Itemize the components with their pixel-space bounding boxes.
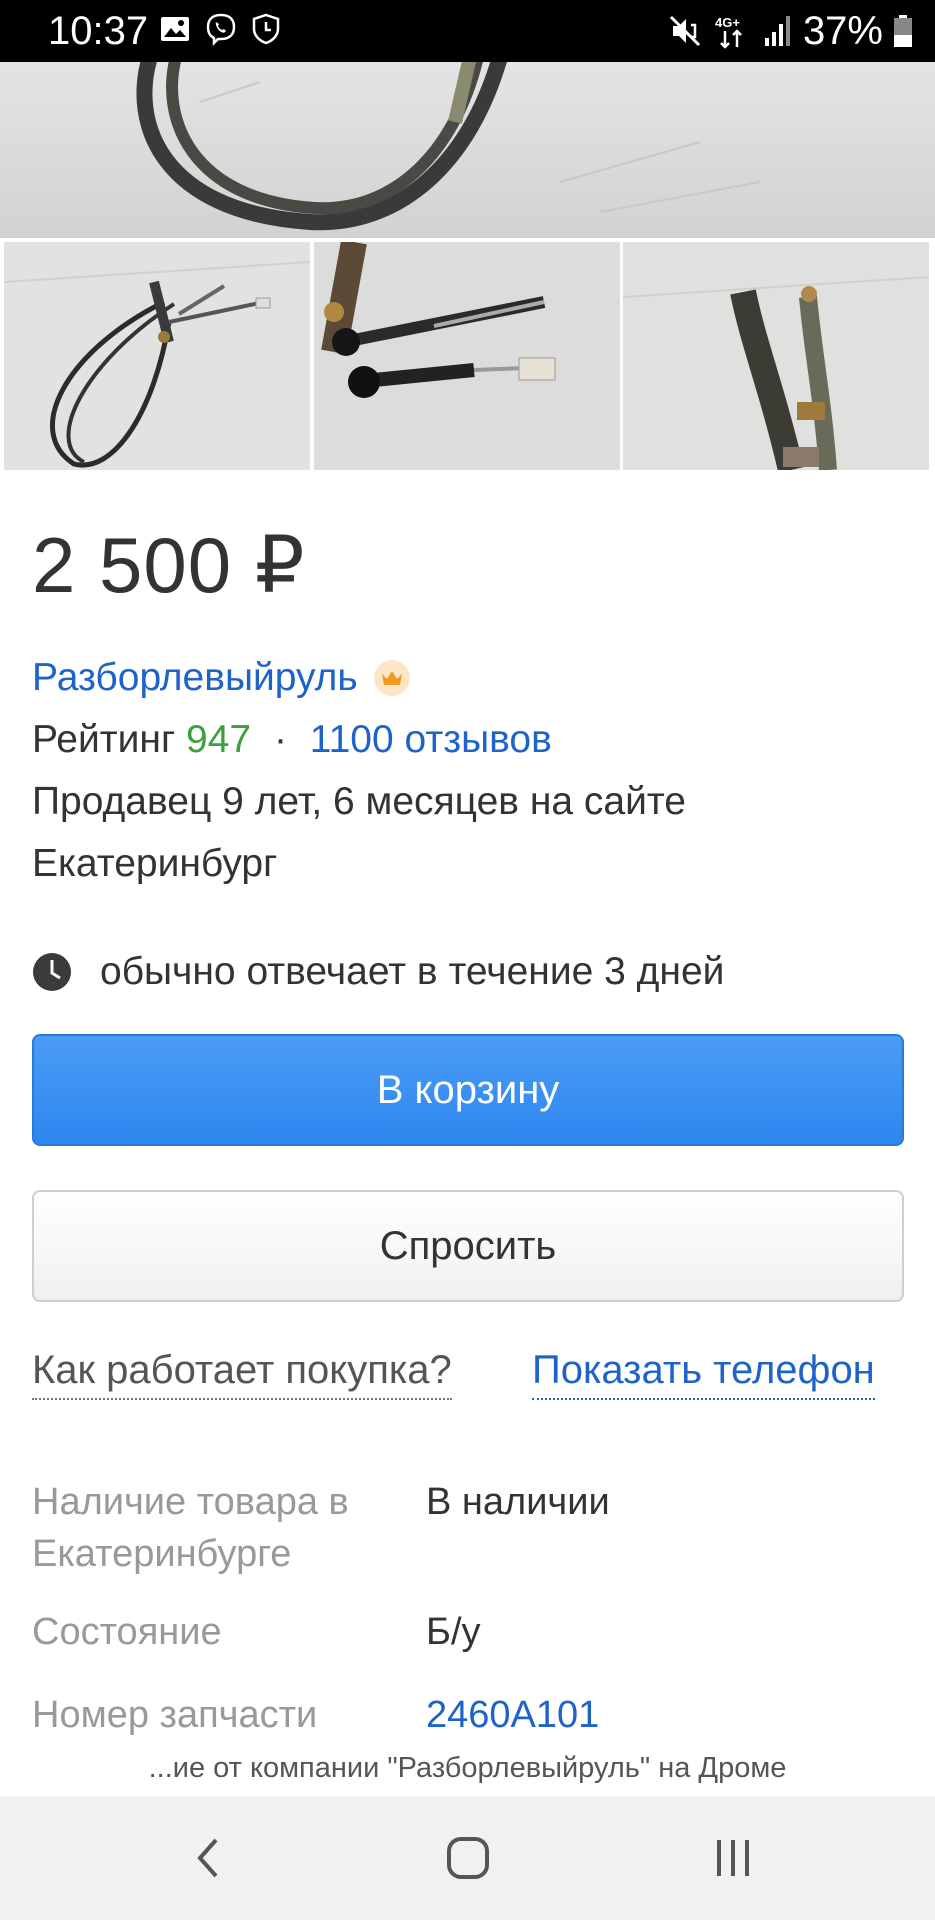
seller-name-link[interactable]: Разборлевыйруль [32,650,358,706]
system-navigation-bar [0,1796,935,1920]
spec-value-part-number[interactable]: 2460A101 [426,1689,599,1741]
main-photo[interactable] [0,62,935,238]
spec-label-line: Наличие товара в [32,1481,349,1523]
thumbnail-2[interactable] [314,242,620,470]
back-button[interactable] [168,1826,248,1890]
seller-tenure: Продавец 9 лет, 6 месяцев на сайте [32,780,686,823]
crown-icon [373,660,410,696]
image-icon [161,17,189,41]
reply-time-text: обычно отвечает в течение 3 дней [100,950,725,993]
shield-icon [252,13,280,45]
rating-separator: · [273,718,287,761]
network-4g-icon: 4G+ [715,15,742,49]
spec-label-availability: Наличие товара в Екатеринбурге [32,1476,349,1580]
seller-name-row: Разборлевыйруль [32,650,410,706]
svg-text:4G+: 4G+ [715,15,740,30]
recents-icon [717,1840,749,1876]
battery-icon [894,15,912,47]
spec-value-condition: Б/у [426,1611,481,1653]
spec-label-line: Екатеринбурге [32,1533,292,1575]
reviews-link[interactable]: 1100 отзывов [310,718,552,761]
thumbnail-1[interactable] [4,242,310,470]
seller-city: Екатеринбург [32,842,278,885]
status-time: 10:37 [48,9,149,53]
seller-rating-row: Рейтинг 947 · 1100 отзывов [32,712,552,768]
clock-icon [33,953,71,991]
how-purchase-works-link[interactable]: Как работает покупка? [32,1342,452,1400]
home-icon [447,1837,489,1879]
product-price: 2 500 ₽ [32,521,306,609]
spec-value-availability: В наличии [426,1481,610,1523]
ask-seller-button[interactable]: Спросить [32,1190,904,1302]
spec-label-part-number: Номер запчасти [32,1694,318,1736]
status-bar: 10:37 4G+ 37% [0,0,935,62]
spec-label-condition: Состояние [32,1611,222,1653]
signal-icon [764,16,790,46]
mute-icon [669,15,700,47]
system-icons: 4G+ 37% [667,8,913,54]
recents-button[interactable] [693,1826,773,1890]
battery-percent: 37% [802,9,883,53]
rating-value: 947 [186,718,252,761]
add-to-cart-button[interactable]: В корзину [32,1034,904,1146]
reply-time-row: обычно отвечает в течение 3 дней [32,944,724,1000]
back-icon [197,1838,218,1878]
notification-icons [160,12,280,46]
viber-icon [206,13,236,46]
home-button[interactable] [428,1826,508,1890]
show-phone-link[interactable]: Показать телефон [532,1342,875,1400]
thumbnail-3[interactable] [623,242,929,470]
company-note: ...ие от компании "Разборлевыйруль" на Д… [148,1752,787,1784]
photo-thumbnails [0,242,935,470]
rating-label: Рейтинг [32,718,176,761]
